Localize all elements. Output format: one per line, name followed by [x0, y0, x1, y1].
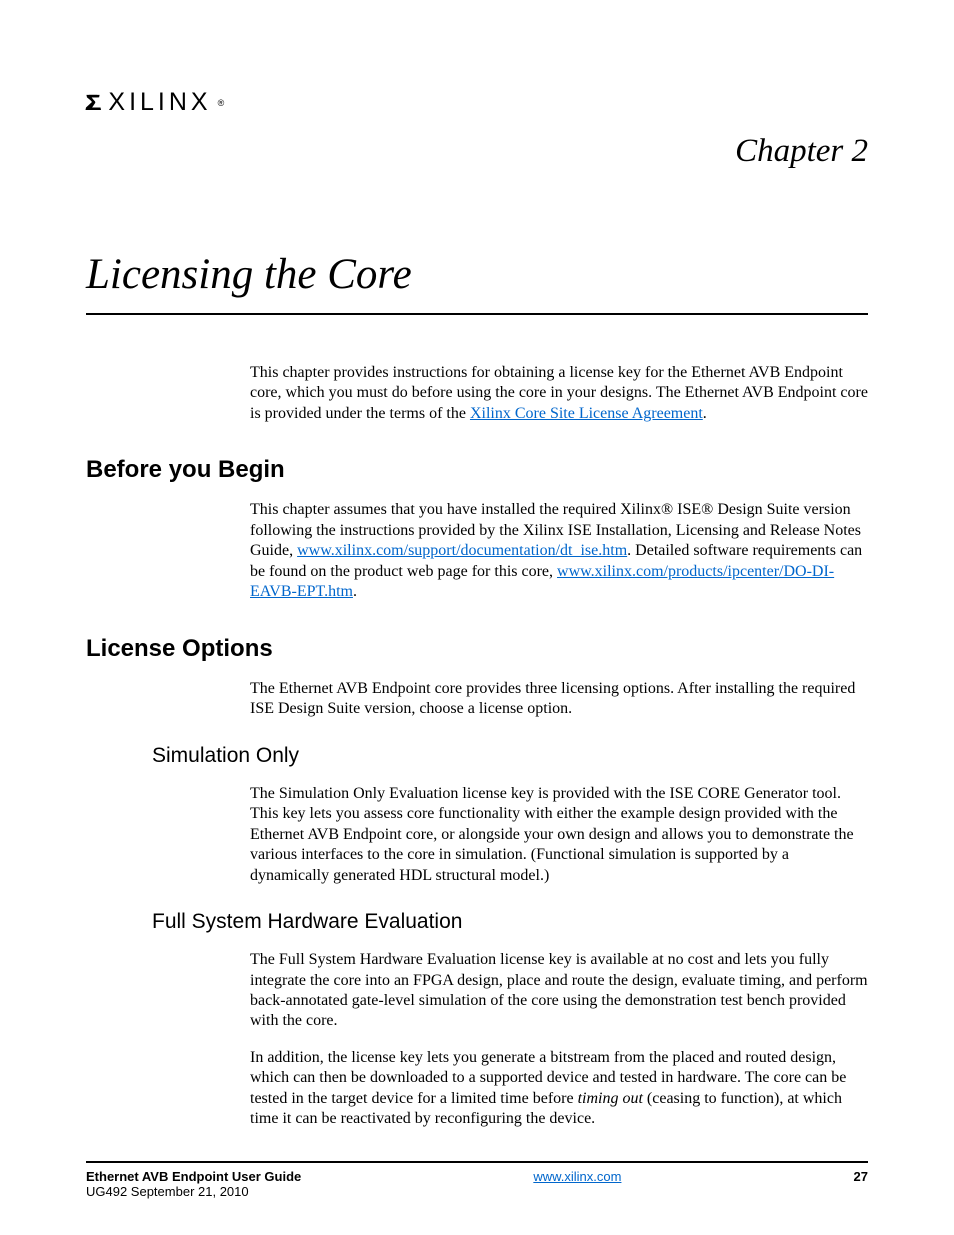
hw-paragraph-1: The Full System Hardware Evaluation lice…: [250, 950, 868, 1032]
logo-reg: ®: [218, 98, 225, 108]
heading-full-system-hw: Full System Hardware Evaluation: [152, 910, 868, 934]
before-paragraph: This chapter assumes that you have insta…: [250, 500, 868, 602]
footer-guide-title: Ethernet AVB Endpoint User Guide: [86, 1169, 301, 1184]
hw-paragraph-2: In addition, the license key lets you ge…: [250, 1048, 868, 1130]
logo-text: XILINX: [108, 88, 211, 117]
license-agreement-link[interactable]: Xilinx Core Site License Agreement: [470, 405, 703, 422]
footer-rule: [86, 1161, 868, 1163]
title-rule: [86, 313, 868, 315]
footer-page-number: 27: [854, 1169, 868, 1184]
footer-left: Ethernet AVB Endpoint User Guide UG492 S…: [86, 1169, 301, 1199]
before-text-c: .: [353, 583, 357, 600]
intro-paragraph: This chapter provides instructions for o…: [250, 363, 868, 424]
footer-site-link[interactable]: www.xilinx.com: [533, 1169, 621, 1184]
page-footer: Ethernet AVB Endpoint User Guide UG492 S…: [86, 1161, 868, 1199]
hw-p2-italic: timing out: [578, 1090, 643, 1107]
logo-mark-icon: ΣΣ: [86, 90, 102, 116]
heading-simulation-only: Simulation Only: [152, 744, 868, 768]
license-intro: The Ethernet AVB Endpoint core provides …: [250, 679, 868, 720]
page-title: Licensing the Core: [86, 250, 868, 309]
heading-before-you-begin: Before you Begin: [86, 456, 868, 484]
heading-license-options: License Options: [86, 635, 868, 663]
ise-docs-link[interactable]: www.xilinx.com/support/documentation/dt_…: [297, 542, 627, 559]
intro-text-b: .: [703, 405, 707, 422]
sim-paragraph: The Simulation Only Evaluation license k…: [250, 784, 868, 886]
chapter-label: Chapter 2: [86, 133, 868, 170]
xilinx-logo: ΣΣ XILINX ®: [86, 88, 868, 117]
footer-doc-id: UG492 September 21, 2010: [86, 1184, 301, 1199]
